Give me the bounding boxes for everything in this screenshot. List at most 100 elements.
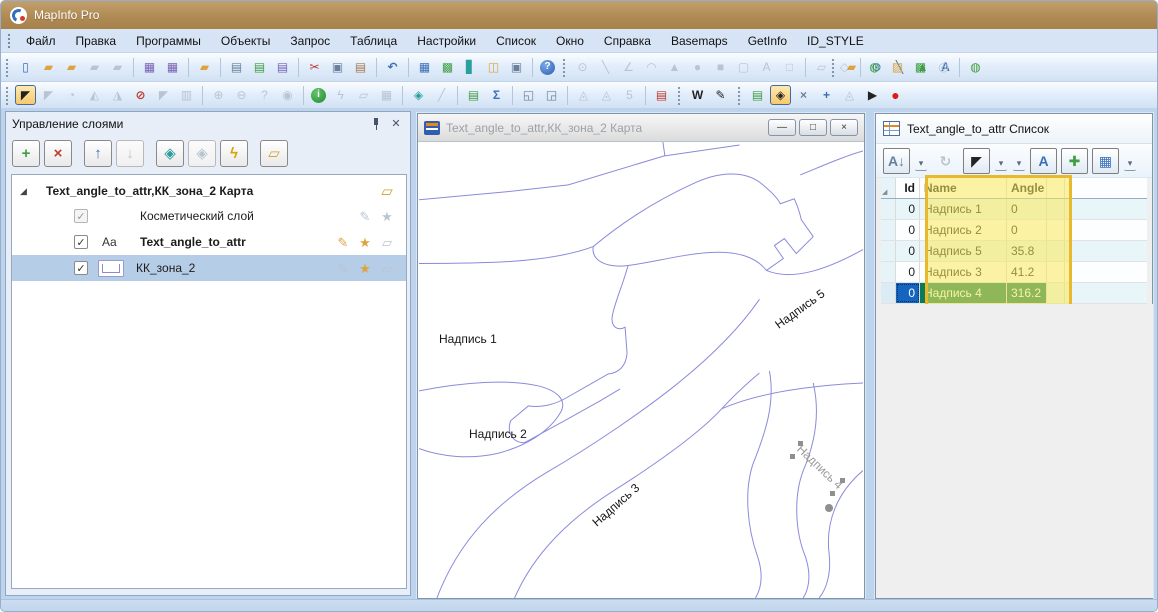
- selection-handle[interactable]: [840, 478, 845, 483]
- row-selector[interactable]: [881, 262, 896, 282]
- menu-item-файл[interactable]: Файл: [16, 31, 66, 51]
- menu-item-справка[interactable]: Справка: [594, 31, 661, 51]
- sort-filter-button[interactable]: A↓: [883, 148, 910, 174]
- select-arrow-dropdown[interactable]: ▾: [995, 157, 1007, 171]
- column-header-name[interactable]: Name: [920, 178, 1007, 198]
- open-table-icon[interactable]: ▰: [38, 57, 59, 77]
- save-workspace-icon[interactable]: ▰: [194, 57, 215, 77]
- mapcad-pencil-icon[interactable]: ✎: [710, 85, 731, 105]
- cell-name[interactable]: Надпись 1: [920, 199, 1007, 219]
- map-label-nadpis-2[interactable]: Надпись 2: [469, 427, 527, 441]
- map-label-nadpis-1[interactable]: Надпись 1: [439, 332, 497, 346]
- maximize-button[interactable]: □: [799, 119, 827, 136]
- undo-icon[interactable]: ↶: [382, 57, 403, 77]
- minimize-button[interactable]: —: [768, 119, 796, 136]
- paste-icon[interactable]: ▤: [350, 57, 371, 77]
- toolbar-overflow-1[interactable]: ▾: [1013, 157, 1025, 171]
- layer-visibility-checkbox[interactable]: [74, 209, 88, 223]
- toolbar-drag-grip[interactable]: [831, 58, 836, 77]
- menu-item-список[interactable]: Список: [486, 31, 546, 51]
- open-wfs-icon[interactable]: ▩: [910, 57, 931, 77]
- clear-target-icon[interactable]: ◲: [541, 85, 562, 105]
- cell-id[interactable]: 0: [896, 220, 920, 240]
- layer-visibility-checkbox[interactable]: [74, 235, 88, 249]
- row-selector[interactable]: [881, 220, 896, 240]
- layer-style-override-button[interactable]: ◈: [156, 140, 184, 167]
- table-row-selected[interactable]: 0 Надпись 4 316.2: [881, 283, 1147, 304]
- mapping-online-icon[interactable]: ◍: [965, 57, 986, 77]
- export-window-icon[interactable]: ▤: [272, 57, 293, 77]
- layer-row-cosmetic[interactable]: Косметический слой ✎★: [12, 203, 406, 229]
- menu-item-объекты[interactable]: Объекты: [211, 31, 281, 51]
- select-arrow-button[interactable]: ◤: [963, 148, 990, 174]
- cell-angle[interactable]: 41.2: [1007, 262, 1047, 282]
- cell-id-selected[interactable]: 0: [896, 283, 920, 303]
- pick-fields-button[interactable]: ▦: [1092, 148, 1119, 174]
- selection-handle[interactable]: [798, 441, 803, 446]
- toolbar-overflow-2[interactable]: ▾: [1124, 157, 1136, 171]
- move-layer-down-button[interactable]: ↓: [116, 140, 144, 167]
- cell-angle-selected[interactable]: 316.2: [1007, 283, 1047, 303]
- column-header-id[interactable]: Id: [896, 178, 920, 198]
- editable-toggle-icon[interactable]: ✎: [333, 232, 353, 252]
- window-list-icon[interactable]: ▤: [651, 85, 672, 105]
- browser-window-titlebar[interactable]: Text_angle_to_attr Список: [876, 114, 1152, 144]
- map-window-titlebar[interactable]: Text_angle_to_attr,КК_зона_2 Карта — □ ×: [418, 114, 864, 142]
- open-mitab-icon[interactable]: ▰: [841, 57, 862, 77]
- autolabel-map-icon[interactable]: ▱: [377, 181, 397, 201]
- save-table-icon[interactable]: ▦: [139, 57, 160, 77]
- knife-icon[interactable]: ×: [793, 85, 814, 105]
- cell-angle[interactable]: 0: [1007, 199, 1047, 219]
- map-canvas[interactable]: Надпись 1 Надпись 2 Надпись 3 Надпись 5 …: [419, 142, 863, 598]
- menu-item-getinfo[interactable]: GetInfo: [738, 31, 797, 51]
- layer-effects-button[interactable]: ◈: [188, 140, 216, 167]
- statistics-icon[interactable]: Σ: [486, 85, 507, 105]
- label-options-button[interactable]: ▱: [260, 140, 288, 167]
- add-node-plus-icon[interactable]: +: [816, 85, 837, 105]
- table-row[interactable]: 0 Надпись 3 41.2: [881, 262, 1147, 283]
- column-header-angle[interactable]: Angle: [1007, 178, 1047, 198]
- print-preview-icon[interactable]: ▤: [226, 57, 247, 77]
- cell-angle[interactable]: 35.8: [1007, 241, 1047, 261]
- unselect-all-icon[interactable]: ⊘: [130, 85, 151, 105]
- set-target-icon[interactable]: ◱: [518, 85, 539, 105]
- title-bar[interactable]: MapInfo Pro: [1, 1, 1157, 29]
- table-row[interactable]: 0 Надпись 2 0: [881, 220, 1147, 241]
- toolbar-drag-grip[interactable]: [5, 86, 10, 105]
- mapcad-w-icon[interactable]: W: [687, 85, 708, 105]
- toolbar-drag-grip[interactable]: [562, 58, 567, 77]
- selectable-toggle-icon[interactable]: ★: [355, 232, 375, 252]
- add-layer-button[interactable]: +: [12, 140, 40, 167]
- new-map-window-icon[interactable]: ▩: [437, 57, 458, 77]
- cell-name-selected[interactable]: Надпись 4: [920, 283, 1007, 303]
- cell-id[interactable]: 0: [896, 262, 920, 282]
- help-icon[interactable]: ?: [540, 60, 555, 75]
- new-document-icon[interactable]: ▯: [15, 57, 36, 77]
- save-copy-as-icon[interactable]: ▦: [162, 57, 183, 77]
- menu-drag-grip[interactable]: [7, 33, 12, 49]
- close-panel-button[interactable]: ✕: [388, 116, 404, 132]
- row-selector[interactable]: [881, 241, 896, 261]
- map-window[interactable]: Text_angle_to_attr,КК_зона_2 Карта — □ ×: [417, 113, 865, 599]
- menu-item-id_style[interactable]: ID_STYLE: [797, 31, 874, 51]
- tree-expander-icon[interactable]: ◢: [20, 186, 34, 197]
- menu-item-таблица[interactable]: Таблица: [340, 31, 407, 51]
- print-icon[interactable]: ▤: [249, 57, 270, 77]
- new-graph-window-icon[interactable]: ▋: [460, 57, 481, 77]
- cell-name[interactable]: Надпись 2: [920, 220, 1007, 240]
- menu-item-настройки[interactable]: Настройки: [407, 31, 486, 51]
- copy-icon[interactable]: ▣: [327, 57, 348, 77]
- table-row[interactable]: 0 Надпись 5 35.8: [881, 241, 1147, 262]
- layer-control-icon[interactable]: ◈: [408, 85, 429, 105]
- record-icon[interactable]: ●: [885, 85, 906, 105]
- row-selector[interactable]: [881, 283, 896, 303]
- menu-item-окно[interactable]: Окно: [546, 31, 594, 51]
- tool-extensions-icon[interactable]: ◈: [770, 85, 791, 105]
- toolbar-drag-grip[interactable]: [737, 86, 742, 105]
- selectable-toggle-icon[interactable]: ★: [355, 258, 375, 278]
- open-workspace-icon[interactable]: ▰: [61, 57, 82, 77]
- layer-row-text-angle-to-attr[interactable]: Aa Text_angle_to_attr ✎★▱: [12, 229, 406, 255]
- cut-icon[interactable]: ✂: [304, 57, 325, 77]
- layer-row-kk-zona-2[interactable]: КК_зона_2 ✎★▱: [12, 255, 406, 281]
- selection-handle[interactable]: [830, 491, 835, 496]
